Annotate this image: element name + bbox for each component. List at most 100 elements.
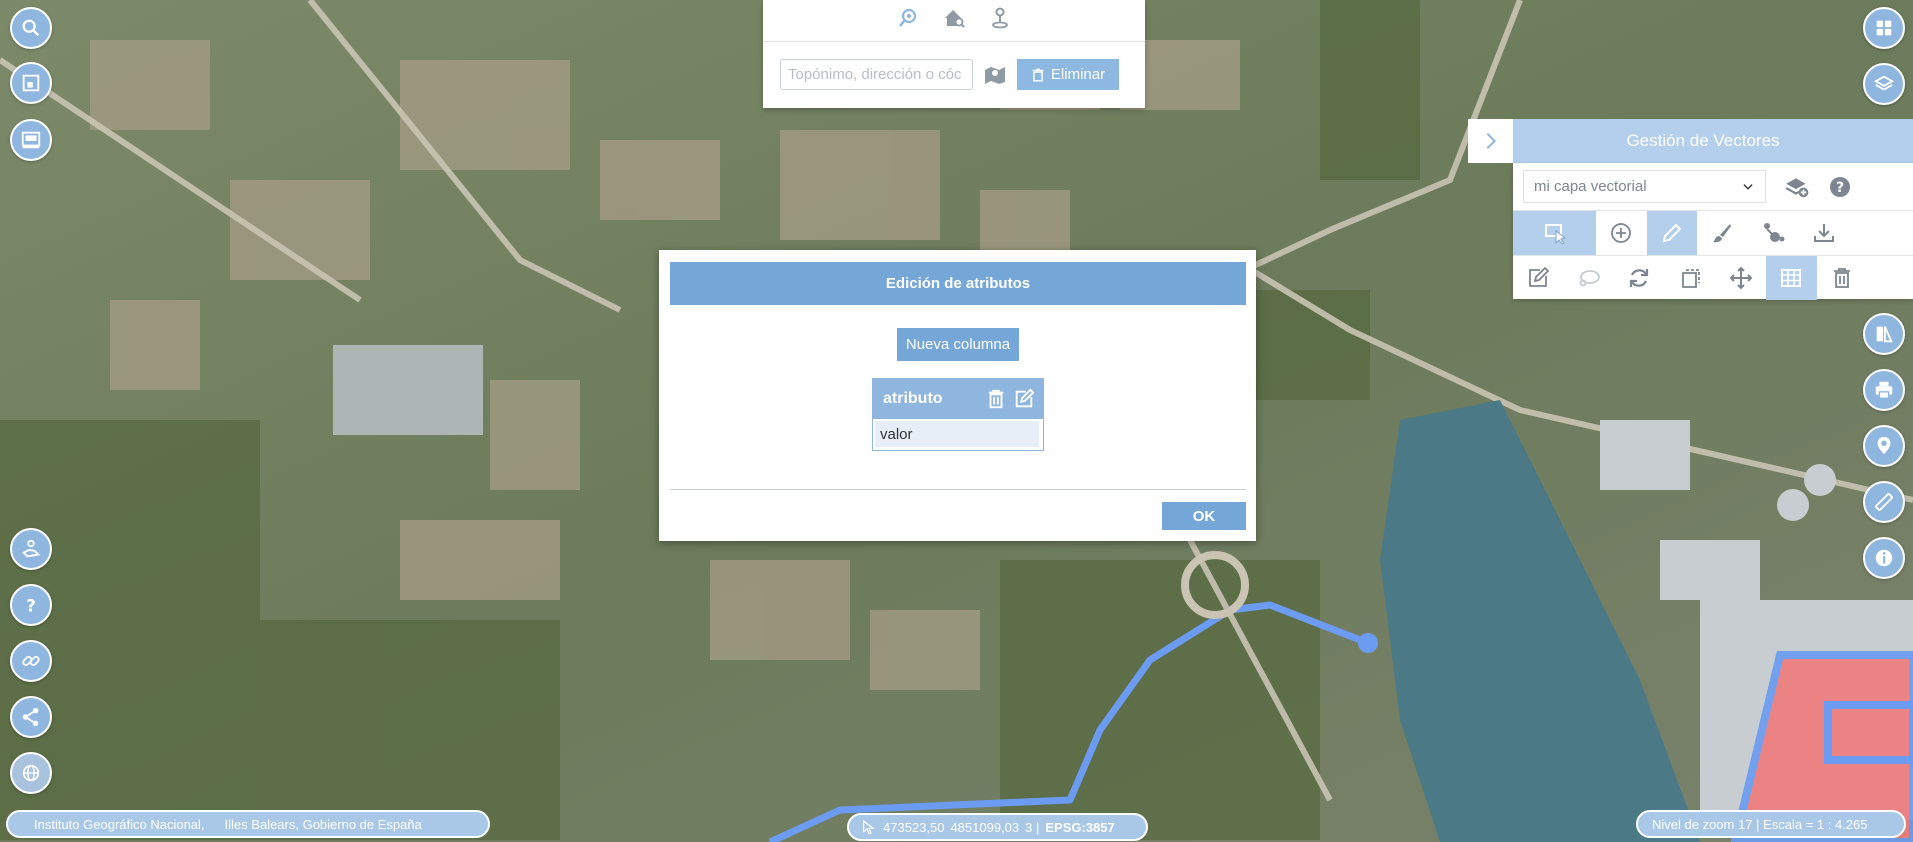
new-column-button[interactable]: Nueva columna <box>897 328 1019 361</box>
chevron-right-icon <box>1486 132 1496 150</box>
zoom-scale-bar: Nivel de zoom 17 | Escala = 1 : 4.265 <box>1636 810 1906 838</box>
dialog-title: Edición de atributos <box>670 262 1246 305</box>
rename-column-button[interactable] <box>1013 388 1035 410</box>
extent-icon <box>22 74 40 92</box>
select-cursor-icon <box>1544 224 1566 245</box>
add-feature-tool[interactable] <box>1596 211 1647 255</box>
map-search-button[interactable] <box>983 63 1007 87</box>
edit-icon <box>1015 388 1035 408</box>
search-tabs <box>763 0 1145 42</box>
zoom-extent-button[interactable] <box>10 62 52 104</box>
coordinate-y: 4851099,03 <box>950 819 1020 835</box>
measure-button[interactable] <box>1863 481 1905 523</box>
globe-icon <box>22 764 40 782</box>
layer-row: mi capa vectorial ? <box>1513 163 1913 210</box>
lasso-icon <box>1579 270 1600 287</box>
add-layer-button[interactable] <box>1784 174 1810 200</box>
trash-icon <box>1032 68 1044 82</box>
overview-icon <box>21 131 41 149</box>
move-arrows-icon <box>1729 266 1753 290</box>
move-tool[interactable] <box>1715 256 1766 300</box>
tab-search-address[interactable] <box>942 6 966 35</box>
search-input[interactable] <box>780 59 973 90</box>
search-address-icon <box>945 10 965 28</box>
zoom-scale-text: Nivel de zoom 17 | Escala = 1 : 4.265 <box>1652 816 1868 832</box>
attribute-column-header: atributo <box>873 379 1043 419</box>
plus-circle-icon <box>1611 223 1632 243</box>
hand-person-icon <box>22 539 41 558</box>
compare-map-icon <box>1876 326 1893 343</box>
attribute-value-cell[interactable]: valor <box>875 421 1039 447</box>
attribution-ign[interactable]: Instituto Geográfico Nacional, <box>34 817 205 832</box>
select-feature-tool[interactable] <box>1513 211 1596 255</box>
chevron-down-icon <box>1743 183 1753 190</box>
layers-button[interactable] <box>1863 63 1905 105</box>
vector-help-button[interactable]: ? <box>1828 175 1852 199</box>
question-icon: ? <box>26 596 36 615</box>
edit-feature-tool[interactable] <box>1513 256 1564 300</box>
search-panel: Eliminar <box>763 0 1145 108</box>
draw-tool[interactable] <box>1646 211 1698 255</box>
layer-select-value: mi capa vectorial <box>1534 178 1647 195</box>
download-tool[interactable] <box>1798 211 1849 255</box>
delete-feature-tool[interactable] <box>1817 256 1868 300</box>
search-row: Eliminar <box>763 42 1145 90</box>
share-button[interactable] <box>10 696 52 738</box>
attribution-bar: Instituto Geográfico Nacional, Illes Bal… <box>6 810 490 838</box>
globe-button[interactable] <box>10 752 52 794</box>
overview-map-button[interactable] <box>10 119 52 161</box>
coordinate-suffix: 3 | <box>1025 819 1040 835</box>
zoom-search-button[interactable] <box>10 7 52 49</box>
info-button[interactable] <box>1863 537 1905 579</box>
attribution-baleares[interactable]: Illes Balears, Gobierno de España <box>225 817 422 832</box>
download-icon <box>1813 224 1834 242</box>
tab-search-place[interactable] <box>896 6 920 35</box>
trash-icon <box>988 389 1004 409</box>
vector-panel: Gestión de Vectores mi capa vectorial ? <box>1468 119 1913 300</box>
compare-button[interactable] <box>1863 313 1905 355</box>
link-icon <box>22 656 40 666</box>
delete-column-button[interactable] <box>985 388 1007 410</box>
crs-label[interactable]: EPSG:3857 <box>1045 820 1114 835</box>
layer-select[interactable]: mi capa vectorial <box>1523 170 1766 203</box>
location-pin-icon <box>1877 436 1891 455</box>
delete-search-button[interactable]: Eliminar <box>1017 59 1119 90</box>
tools-menu-button[interactable] <box>1863 7 1905 49</box>
tab-search-coordinates[interactable] <box>988 6 1012 35</box>
link-button[interactable] <box>10 640 52 682</box>
style-tool[interactable] <box>1697 211 1748 255</box>
lasso-tool[interactable] <box>1564 256 1615 300</box>
question-circle-icon: ? <box>1830 176 1850 197</box>
ruler-icon <box>1875 493 1893 511</box>
share-icon <box>22 707 39 727</box>
accessibility-button[interactable] <box>10 528 52 570</box>
collapse-panel-button[interactable] <box>1468 119 1513 163</box>
copy-icon <box>1682 269 1700 288</box>
search-place-icon <box>899 8 917 27</box>
refresh-icon <box>1630 269 1649 287</box>
attribute-edit-dialog: Edición de atributos Nueva columna atrib… <box>659 250 1256 541</box>
printer-icon <box>1875 381 1893 399</box>
trash-icon <box>1833 268 1850 288</box>
magnifier-icon <box>22 19 40 37</box>
help-button[interactable]: ? <box>10 584 52 626</box>
delete-label: Eliminar <box>1050 66 1106 83</box>
attribute-table-tool[interactable] <box>1765 256 1817 300</box>
print-button[interactable] <box>1863 369 1905 411</box>
location-button[interactable] <box>1863 425 1905 467</box>
vector-panel-body: mi capa vectorial ? <box>1513 163 1913 300</box>
refresh-tool[interactable] <box>1614 256 1665 300</box>
vector-panel-title: Gestión de Vectores <box>1513 119 1913 163</box>
map-pin-icon <box>985 66 1005 84</box>
ok-button[interactable]: OK <box>1162 502 1246 530</box>
svg-text:?: ? <box>1836 180 1844 196</box>
cursor-icon <box>863 819 875 835</box>
dialog-divider <box>670 489 1246 490</box>
layers-icon <box>1873 75 1895 91</box>
share-layer-tool[interactable] <box>1748 211 1799 255</box>
tool-row-1 <box>1513 210 1913 255</box>
add-layer-icon <box>1785 177 1809 197</box>
info-icon <box>1875 549 1893 567</box>
copy-tool[interactable] <box>1665 256 1716 300</box>
attribute-table: atributo valor <box>872 378 1044 451</box>
